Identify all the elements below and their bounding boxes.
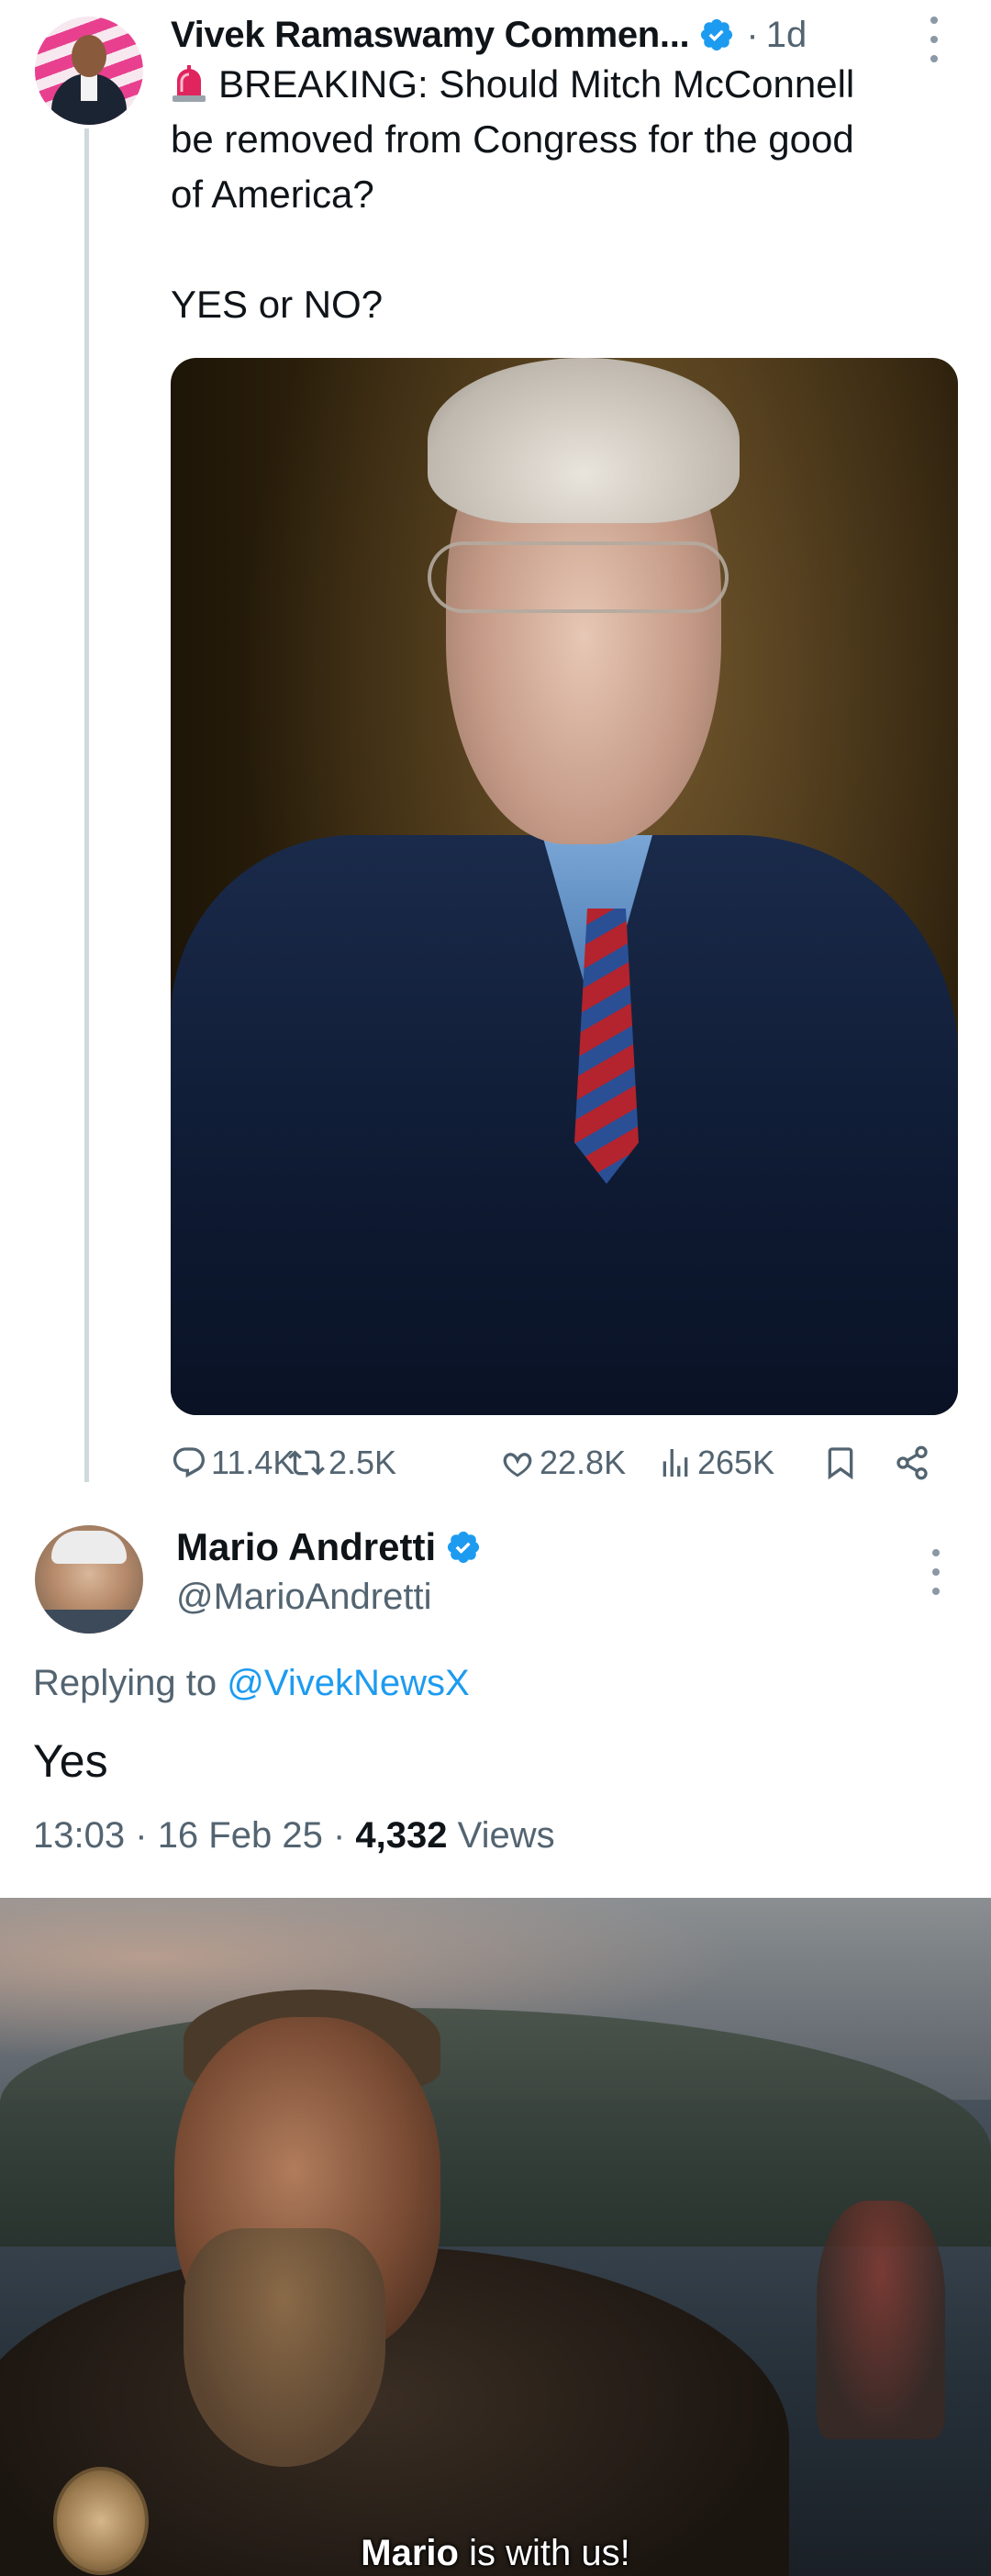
views-label: Views [457, 1815, 555, 1856]
tweet-question: YES or NO? [171, 283, 384, 326]
meme-caption-bold: Mario [361, 2533, 459, 2573]
reply-button[interactable]: 11.4K [171, 1437, 295, 1489]
author-name[interactable]: Vivek Ramaswamy Commen... [171, 15, 690, 56]
share-button[interactable] [894, 1437, 934, 1489]
action-bar: 11.4K 2.5K 22.8K 265K [171, 1437, 960, 1489]
reply-text: Yes [33, 1735, 108, 1787]
meta-separator: · [332, 1815, 346, 1856]
reply-icon [173, 1447, 206, 1478]
tweet-header: Vivek Ramaswamy Commen... · 1d [171, 9, 960, 61]
retweet-count: 2.5K [328, 1444, 397, 1481]
reply-date[interactable]: 16 Feb 25 [158, 1815, 323, 1856]
replying-to: Replying to @VivekNewsX [33, 1663, 470, 1704]
bookmark-button[interactable] [822, 1437, 863, 1489]
author-handle[interactable]: @MarioAndretti [176, 1577, 431, 1618]
siren-icon [173, 65, 206, 102]
more-icon[interactable] [925, 1549, 947, 1595]
views-count: 265K [697, 1444, 775, 1481]
verified-badge-icon [701, 18, 733, 51]
share-icon [896, 1445, 928, 1480]
reply-meta: 13:03 · 16 Feb 25 · 4,332 Views [33, 1815, 555, 1857]
thread-line [84, 128, 89, 1482]
separator: · [746, 14, 759, 55]
tweet-time[interactable]: 1d [766, 15, 807, 56]
replying-label: Replying to [33, 1663, 217, 1703]
replying-mention-link[interactable]: @VivekNewsX [227, 1663, 469, 1703]
views-icon [663, 1449, 688, 1477]
top-tweet[interactable]: Vivek Ramaswamy Commen... · 1d BREAKING:… [0, 0, 991, 1482]
retweet-icon [288, 1450, 325, 1476]
like-count: 22.8K [540, 1444, 627, 1481]
reply-time[interactable]: 13:03 [33, 1815, 125, 1856]
meme-caption: Mario is with us! [0, 2533, 991, 2574]
more-icon[interactable] [923, 17, 945, 62]
tweet-image[interactable] [171, 358, 958, 1415]
meta-separator: · [135, 1815, 148, 1856]
tweet-text: BREAKING: Should Mitch McConnell be remo… [171, 57, 951, 332]
bookmark-icon [828, 1447, 853, 1480]
author-name[interactable]: Mario Andretti [176, 1525, 436, 1569]
reply-tweet[interactable]: Mario Andretti @MarioAndretti Replying t… [0, 1505, 991, 1900]
avatar[interactable] [35, 1525, 143, 1634]
like-icon [503, 1453, 532, 1478]
reply-count: 11.4K [211, 1444, 295, 1481]
reply-header: Mario Andretti [176, 1525, 482, 1569]
verified-badge-icon [448, 1531, 480, 1564]
tweet-line-1: BREAKING: Should Mitch McConnell [218, 62, 855, 106]
views-button[interactable]: 265K [657, 1437, 774, 1489]
views-count: 4,332 [355, 1815, 448, 1856]
avatar[interactable] [35, 17, 143, 125]
meme-image[interactable] [0, 1898, 991, 2576]
tweet-line-3: of America? [171, 173, 374, 216]
tweet-line-2: be removed from Congress for the good [171, 117, 854, 161]
meme-caption-rest: is with us! [458, 2533, 630, 2573]
retweet-button[interactable]: 2.5K [288, 1437, 396, 1489]
like-button[interactable]: 22.8K [499, 1437, 626, 1489]
